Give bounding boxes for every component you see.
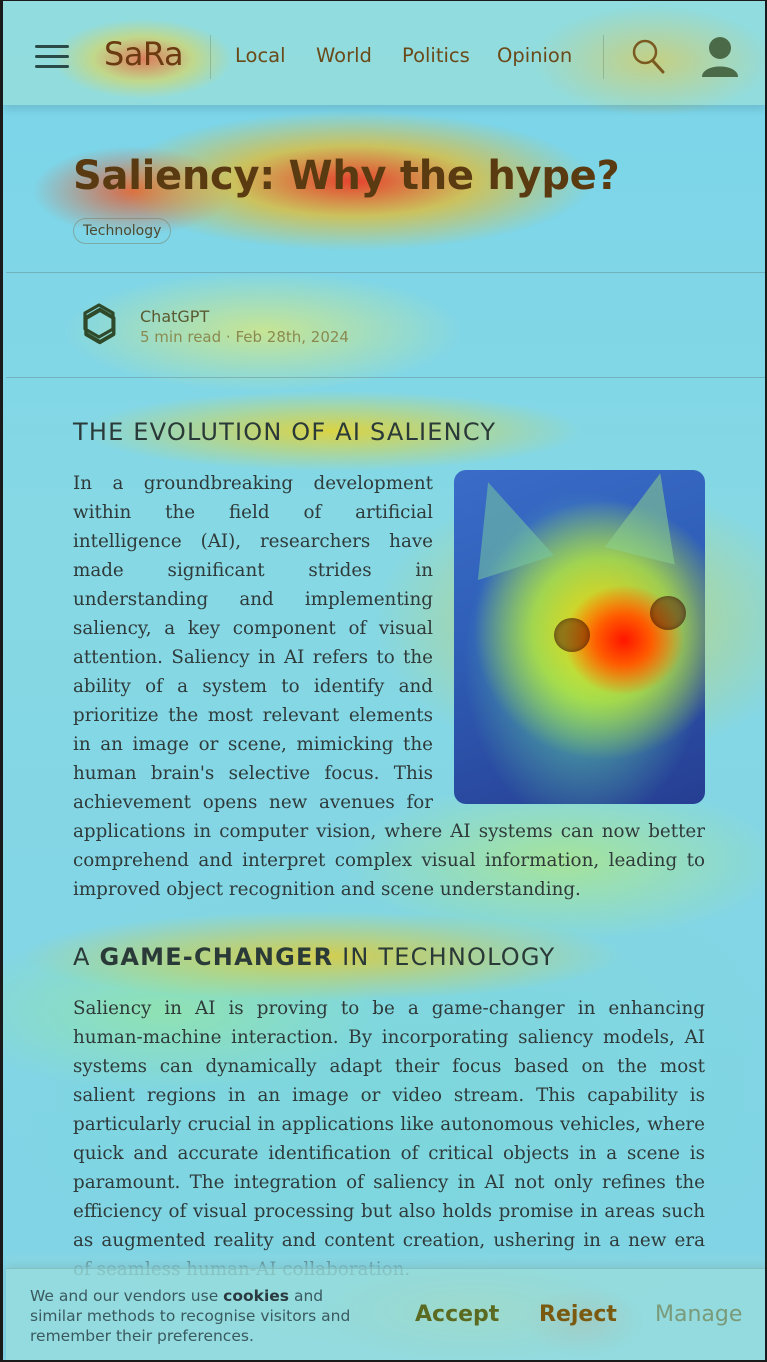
cat-image-ear — [454, 470, 554, 581]
section-heading: A GAME-CHANGER IN TECHNOLOGY — [73, 943, 555, 971]
article-title: Saliency: Why the hype? — [73, 153, 620, 199]
site-header: SaRa Local World Politics Opinion — [3, 1, 765, 105]
openai-logo-icon — [83, 303, 116, 345]
article-meta: 5 min read · Feb 28th, 2024 — [140, 328, 349, 346]
section-heading-text: THE EVOLUTION OF AI SALIENCY — [73, 418, 497, 446]
cat-image-ear — [604, 470, 696, 565]
section-heading-emphasis: GAME-CHANGER — [99, 943, 334, 971]
accept-button[interactable]: Accept — [415, 1302, 499, 1327]
cookie-message: We and our vendors use cookies and simil… — [30, 1286, 360, 1346]
section-body: Saliency in AI is proving to be a game-c… — [73, 994, 705, 1284]
cat-image — [454, 470, 705, 804]
header-divider — [210, 35, 211, 79]
brand-logo[interactable]: SaRa — [104, 35, 184, 73]
header-divider — [603, 35, 604, 79]
category-tag[interactable]: Technology — [73, 218, 172, 244]
manage-button[interactable]: Manage — [655, 1302, 742, 1327]
app-frame: SaRa Local World Politics Opinion Salien… — [0, 0, 767, 1362]
section-heading: THE EVOLUTION OF AI SALIENCY — [73, 418, 496, 446]
nav-politics[interactable]: Politics — [402, 44, 470, 67]
divider — [6, 272, 765, 273]
cookie-message-emphasis: cookies — [223, 1287, 290, 1305]
nav-opinion[interactable]: Opinion — [497, 44, 572, 67]
content-fade — [6, 1249, 765, 1269]
page-content: SaRa Local World Politics Opinion Salien… — [3, 1, 765, 1360]
divider — [6, 377, 765, 378]
menu-icon[interactable] — [35, 43, 69, 69]
author-name[interactable]: ChatGPT — [140, 307, 209, 326]
nav-world[interactable]: World — [316, 44, 372, 67]
section-heading-part: IN TECHNOLOGY — [333, 943, 556, 971]
user-icon[interactable] — [699, 35, 741, 79]
section-heading-part: A — [73, 943, 100, 971]
nav-local[interactable]: Local — [235, 44, 286, 67]
section-body: In a groundbreaking development within t… — [73, 469, 705, 904]
section-body-text: Saliency in AI is proving to be a game-c… — [73, 998, 705, 1280]
reject-button[interactable]: Reject — [539, 1302, 617, 1327]
cookie-message-text: We and our vendors use — [30, 1287, 224, 1305]
cat-image-eye — [554, 618, 590, 652]
search-icon[interactable] — [631, 37, 665, 75]
cat-image-eye — [650, 596, 686, 630]
cookie-banner: We and our vendors use cookies and simil… — [6, 1268, 765, 1360]
